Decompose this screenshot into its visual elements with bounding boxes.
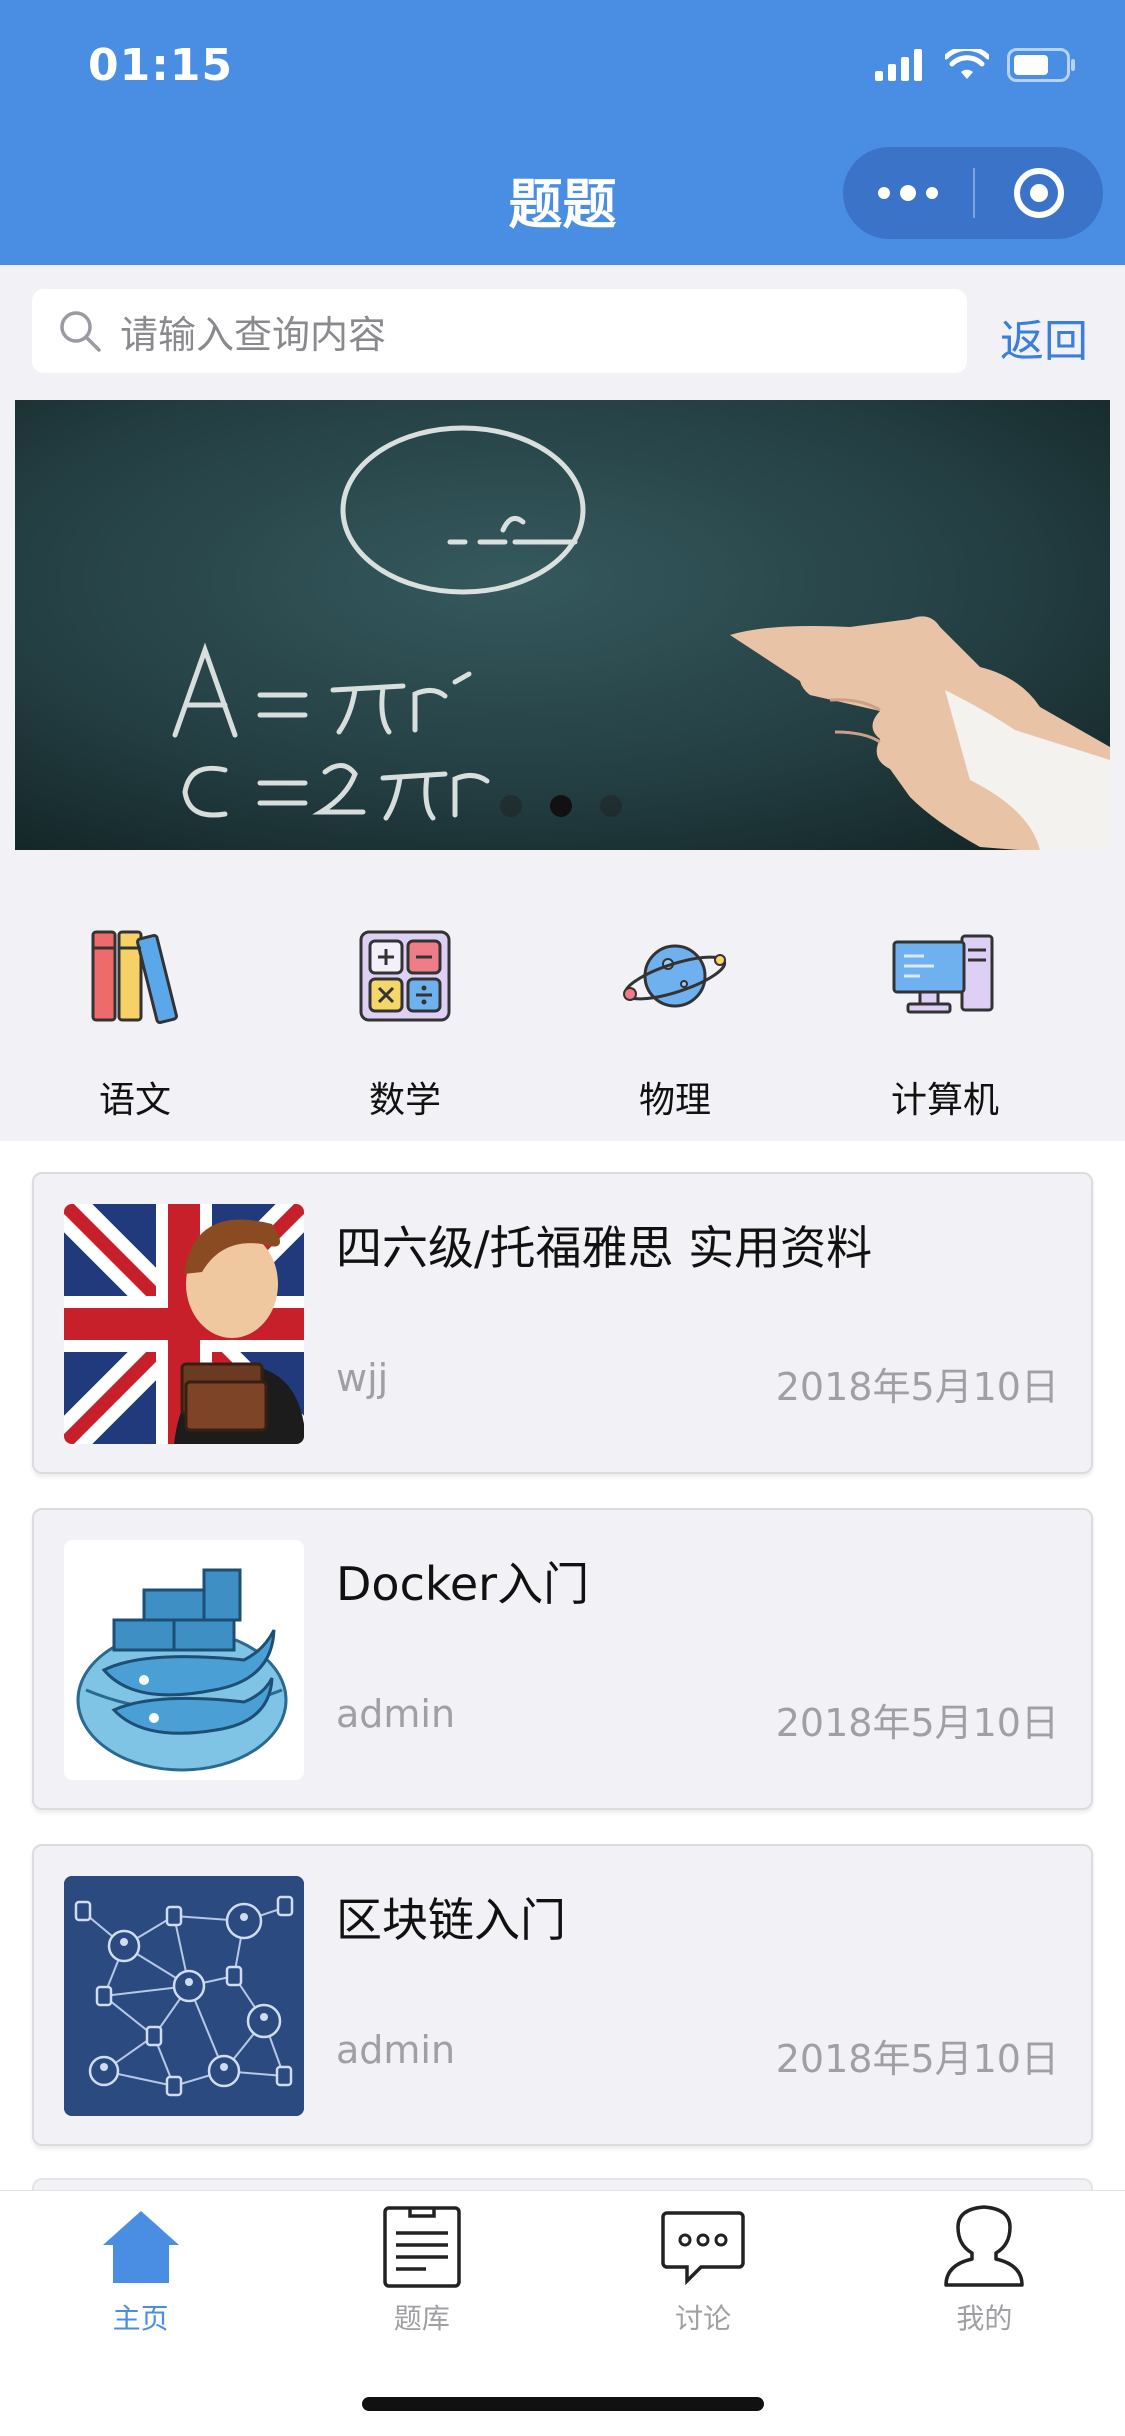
carousel-indicator	[500, 795, 622, 817]
mini-program-capsule	[843, 147, 1103, 239]
status-time: 01:15	[88, 40, 234, 91]
category-label: 物理	[638, 1080, 711, 1121]
category-label: 计算机	[890, 1080, 999, 1121]
article-title: 区块链入门	[336, 1893, 566, 1947]
article-author: admin	[336, 2028, 456, 2072]
carousel-dot[interactable]	[600, 795, 622, 817]
article-card[interactable]: 四六级/托福雅思 实用资料 wjj 2018年5月10日	[32, 1172, 1093, 1474]
books-icon	[91, 930, 178, 1025]
category-grid: 语文 数学 物理 计算机	[0, 866, 1125, 1141]
user-icon	[944, 2205, 1025, 2287]
blockchain-network-image	[64, 1876, 304, 2116]
article-title: Docker入门	[336, 1557, 590, 1611]
article-date: 2018年5月10日	[775, 1365, 1059, 1409]
tab-label: 我的	[956, 2302, 1013, 2335]
article-title: 四六级/托福雅思 实用资料	[336, 1221, 873, 1275]
signal-icon	[875, 49, 922, 81]
calculator-icon	[359, 930, 451, 1022]
tab-bar: 主页 题库 讨论 我的	[0, 2190, 1125, 2436]
article-author: admin	[336, 1692, 456, 1736]
computer-icon	[892, 934, 994, 1014]
article-card[interactable]: Docker入门 admin 2018年5月10日	[32, 1508, 1093, 1810]
uk-flag-student-image	[64, 1204, 304, 1444]
docker-whale-image	[64, 1540, 304, 1780]
tab-question-bank[interactable]: 题库	[281, 2191, 562, 2351]
category-physics[interactable]: 物理	[540, 866, 810, 1141]
article-card[interactable]: 区块链入门 admin 2018年5月10日	[32, 1844, 1093, 2146]
category-chinese[interactable]: 语文	[0, 866, 270, 1141]
tab-label: 题库	[393, 2302, 450, 2335]
tab-label: 主页	[112, 2302, 169, 2335]
category-computer[interactable]: 计算机	[810, 866, 1080, 1141]
battery-icon	[1007, 48, 1075, 82]
search-placeholder: 请输入查询内容	[120, 312, 387, 357]
tab-profile[interactable]: 我的	[844, 2191, 1125, 2351]
navigation-bar: 01:15 题题	[0, 0, 1125, 265]
article-author: wjj	[336, 1356, 389, 1400]
status-icons	[875, 48, 1077, 82]
tab-home[interactable]: 主页	[0, 2191, 281, 2351]
close-mini-program-button[interactable]	[975, 147, 1103, 239]
home-indicator	[362, 2397, 764, 2411]
wifi-icon	[945, 49, 989, 79]
banner-carousel[interactable]	[15, 400, 1110, 850]
category-math[interactable]: 数学	[270, 866, 540, 1141]
planet-icon	[623, 944, 727, 1008]
article-date: 2018年5月10日	[775, 1701, 1059, 1745]
chat-icon	[661, 2211, 745, 2286]
article-date: 2018年5月10日	[775, 2037, 1059, 2081]
carousel-dot-active[interactable]	[550, 795, 572, 817]
back-button[interactable]: 返回	[1000, 305, 1088, 369]
chalkboard-banner-image	[15, 400, 1110, 850]
home-icon	[102, 2211, 179, 2283]
carousel-dot[interactable]	[500, 795, 522, 817]
target-icon	[1014, 168, 1064, 218]
search-icon	[60, 311, 101, 352]
document-icon	[383, 2206, 461, 2288]
category-label: 数学	[368, 1080, 441, 1121]
tab-discussion[interactable]: 讨论	[563, 2191, 844, 2351]
category-label: 语文	[98, 1080, 171, 1121]
more-menu-button[interactable]	[843, 147, 973, 239]
search-bar: 请输入查询内容 返回	[0, 265, 1125, 400]
tab-label: 讨论	[675, 2302, 732, 2335]
search-input[interactable]: 请输入查询内容	[32, 289, 967, 373]
